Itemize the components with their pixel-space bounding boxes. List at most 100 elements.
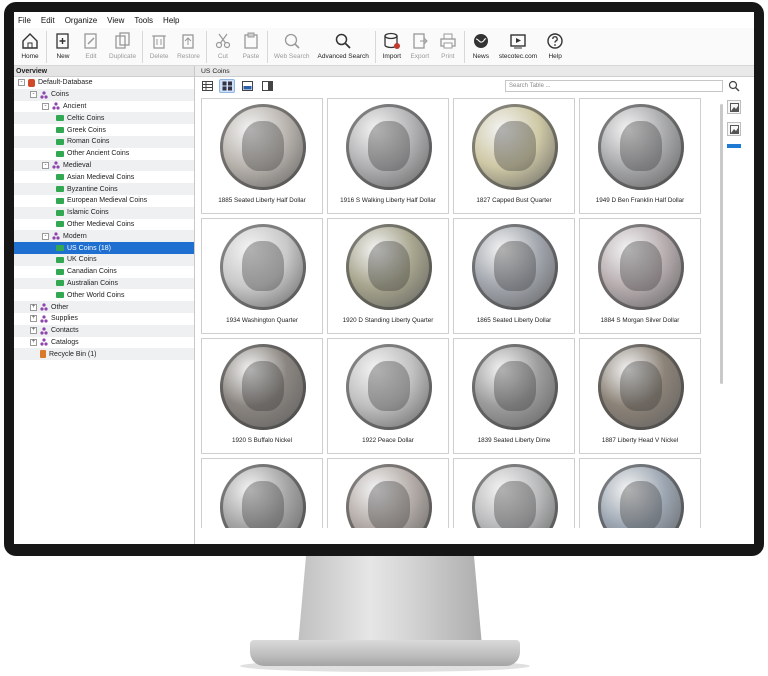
card-view-button[interactable] xyxy=(239,79,255,93)
edit-icon xyxy=(81,31,101,51)
menu-organize[interactable]: Organize xyxy=(65,16,97,25)
coin-image xyxy=(472,224,558,310)
tree-item-label: Other Medieval Coins xyxy=(67,220,135,228)
scrollbar-thumb[interactable] xyxy=(720,104,723,384)
import-button[interactable]: Import xyxy=(378,28,406,60)
tree-item-coins[interactable]: - Coins xyxy=(14,88,194,101)
new-button[interactable]: New xyxy=(49,28,77,60)
tree-item-asian-medieval-coins[interactable]: Asian Medieval Coins xyxy=(14,171,194,183)
export-button[interactable]: Export xyxy=(406,28,434,60)
expand-toggle-icon[interactable]: + xyxy=(30,327,37,335)
restore-button[interactable]: Restore xyxy=(173,28,204,60)
tab-us-coins[interactable]: US Coins xyxy=(195,66,754,77)
image-panel-button[interactable] xyxy=(727,100,741,114)
tree-item-us-coins-18[interactable]: US Coins (18) xyxy=(14,242,194,254)
coin-caption: 1827 Capped Bust Quarter xyxy=(476,197,552,204)
tree-item-uk-coins[interactable]: UK Coins xyxy=(14,253,194,266)
tree-item-default-database[interactable]: - Default-Database xyxy=(14,77,194,89)
tree-item-australian-coins[interactable]: Australian Coins xyxy=(14,277,194,290)
help-button[interactable]: Help xyxy=(541,28,569,60)
tree-item-european-medieval-coins[interactable]: European Medieval Coins xyxy=(14,195,194,207)
tree-item-greek-coins[interactable]: Greek Coins xyxy=(14,124,194,136)
expand-toggle-icon[interactable]: + xyxy=(30,338,37,346)
expand-toggle-icon[interactable]: - xyxy=(42,232,49,240)
duplicate-button[interactable]: Duplicate xyxy=(105,28,140,60)
coin-card[interactable]: 1920 D Standing Liberty Quarter xyxy=(327,218,449,334)
toolbar-label: Home xyxy=(21,53,39,60)
advanced-search-button[interactable]: Advanced Search xyxy=(314,28,373,60)
folder-icon xyxy=(56,127,64,134)
coin-card[interactable] xyxy=(579,458,701,528)
news-button[interactable]: News xyxy=(467,28,495,60)
print-button[interactable]: Print xyxy=(434,28,462,60)
tree-item-catalogs[interactable]: + Catalogs xyxy=(14,337,194,349)
menu-view[interactable]: View xyxy=(107,16,124,25)
expand-toggle-icon[interactable]: + xyxy=(30,303,37,311)
web-search-button[interactable]: Web Search xyxy=(270,28,314,60)
folder-icon xyxy=(56,280,64,287)
tree-item-modern[interactable]: - Modern xyxy=(14,230,194,243)
coin-card[interactable]: 1916 S Walking Liberty Half Dollar xyxy=(327,98,449,214)
recycle-bin-icon xyxy=(40,350,46,359)
tree-item-other-ancient-coins[interactable]: Other Ancient Coins xyxy=(14,148,194,160)
tree-item-medieval[interactable]: - Medieval xyxy=(14,159,194,172)
tree-item-recycle-bin-1[interactable]: Recycle Bin (1) xyxy=(14,348,194,361)
expand-toggle-icon[interactable]: - xyxy=(30,91,37,99)
coin-caption: 1934 Washington Quarter xyxy=(226,317,298,324)
paste-button[interactable]: Paste xyxy=(237,28,265,60)
coin-card[interactable]: 1934 Washington Quarter xyxy=(201,218,323,334)
toolbar-label: News xyxy=(472,53,489,60)
coin-card[interactable] xyxy=(453,458,575,528)
edit-button[interactable]: Edit xyxy=(77,28,105,60)
coin-caption: 1920 D Standing Liberty Quarter xyxy=(342,317,434,324)
cut-button[interactable]: Cut xyxy=(209,28,237,60)
tree-item-label: Other Ancient Coins xyxy=(67,150,130,158)
tree-item-byzantine-coins[interactable]: Byzantine Coins xyxy=(14,183,194,195)
home-button[interactable]: Home xyxy=(16,28,44,60)
tree-item-supplies[interactable]: + Supplies xyxy=(14,313,194,325)
coin-card[interactable]: 1949 D Ben Franklin Half Dollar xyxy=(579,98,701,214)
tree-item-other[interactable]: + Other xyxy=(14,301,194,313)
tree-item-label: Modern xyxy=(63,232,87,240)
expand-toggle-icon[interactable]: - xyxy=(42,102,49,110)
expand-toggle-icon[interactable]: - xyxy=(18,79,25,87)
tree-item-islamic-coins[interactable]: Islamic Coins xyxy=(14,206,194,219)
split-view-button[interactable] xyxy=(259,79,275,93)
coin-card[interactable] xyxy=(327,458,449,528)
coin-card[interactable]: 1922 Peace Dollar xyxy=(327,338,449,454)
search-table-input[interactable]: Search Table ... xyxy=(505,80,723,92)
coin-card[interactable]: 1920 S Buffalo Nickel xyxy=(201,338,323,454)
stecotec-com-button[interactable]: stecotec.com xyxy=(495,28,541,60)
coin-card[interactable]: 1839 Seated Liberty Dime xyxy=(453,338,575,454)
card-view-icon xyxy=(241,81,253,91)
menu-file[interactable]: File xyxy=(18,16,31,25)
tree-item-other-medieval-coins[interactable]: Other Medieval Coins xyxy=(14,219,194,231)
expand-toggle-icon[interactable]: - xyxy=(42,161,49,169)
gallery-scrollbar[interactable] xyxy=(719,100,725,510)
gallery-view-button[interactable] xyxy=(219,79,235,93)
tree-item-celtic-coins[interactable]: Celtic Coins xyxy=(14,112,194,125)
menu-edit[interactable]: Edit xyxy=(41,16,55,25)
menu-help[interactable]: Help xyxy=(163,16,179,25)
coin-card[interactable]: 1884 S Morgan Silver Dollar xyxy=(579,218,701,334)
expand-toggle-icon[interactable]: + xyxy=(30,315,37,323)
tree-item-contacts[interactable]: + Contacts xyxy=(14,324,194,337)
coin-card[interactable]: 1885 Seated Liberty Half Dollar xyxy=(201,98,323,214)
monitor-stand xyxy=(298,556,482,646)
search-icon[interactable] xyxy=(728,79,740,92)
delete-button[interactable]: Delete xyxy=(145,28,173,60)
coin-card[interactable]: 1827 Capped Bust Quarter xyxy=(453,98,575,214)
coin-card[interactable]: 1887 Liberty Head V Nickel xyxy=(579,338,701,454)
table-view-button[interactable] xyxy=(199,79,215,93)
coin-card[interactable]: 1865 Seated Liberty Dollar xyxy=(453,218,575,334)
toolbar-label: Restore xyxy=(177,53,200,60)
tree-item-roman-coins[interactable]: Roman Coins xyxy=(14,135,194,148)
image-panel-button-2[interactable] xyxy=(727,122,741,136)
coin-caption: 1885 Seated Liberty Half Dollar xyxy=(218,197,306,204)
tree-item-ancient[interactable]: - Ancient xyxy=(14,101,194,113)
tree-item-canadian-coins[interactable]: Canadian Coins xyxy=(14,266,194,278)
tree-item-other-world-coins[interactable]: Other World Coins xyxy=(14,289,194,301)
menu-tools[interactable]: Tools xyxy=(134,16,153,25)
tree-item-label: Greek Coins xyxy=(67,126,106,134)
coin-card[interactable] xyxy=(201,458,323,528)
